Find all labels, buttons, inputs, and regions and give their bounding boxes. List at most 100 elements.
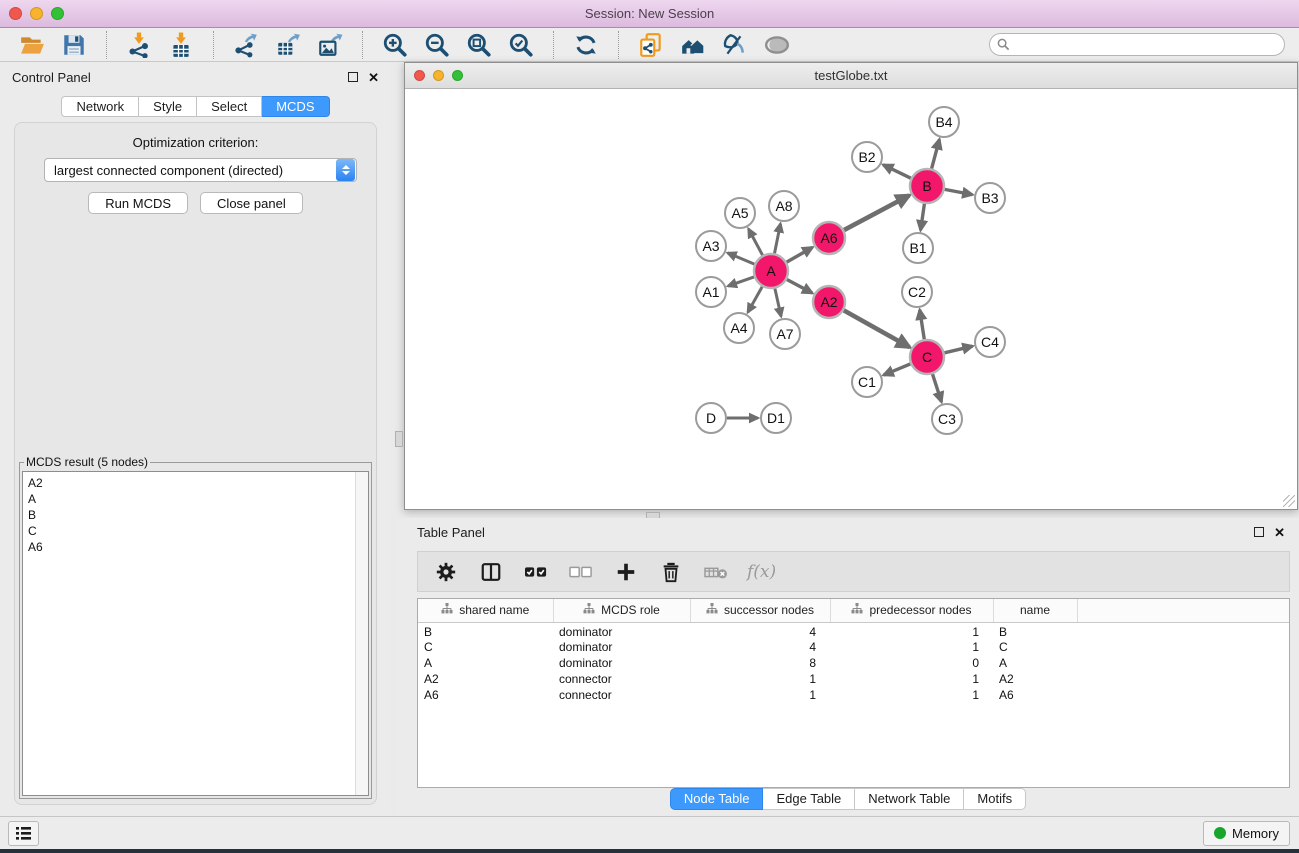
open-folder-icon[interactable] bbox=[18, 31, 46, 59]
graph-edge-A-A2[interactable] bbox=[787, 279, 812, 293]
graph-node-A4[interactable]: A4 bbox=[724, 313, 754, 343]
table-cell[interactable]: 1 bbox=[830, 687, 993, 703]
table-cell[interactable]: A bbox=[418, 655, 553, 671]
table-cell[interactable]: B bbox=[418, 622, 553, 639]
table-cell[interactable]: dominator bbox=[553, 655, 690, 671]
tab-node-table[interactable]: Node Table bbox=[670, 788, 764, 810]
tab-network-table[interactable]: Network Table bbox=[855, 788, 964, 810]
run-mcds-button[interactable]: Run MCDS bbox=[88, 192, 188, 214]
table-row[interactable]: Adominator80A bbox=[418, 655, 1289, 671]
delete-table-icon[interactable] bbox=[702, 558, 730, 586]
table-cell[interactable]: connector bbox=[553, 687, 690, 703]
export-network-icon[interactable] bbox=[232, 31, 260, 59]
import-table-icon[interactable] bbox=[167, 31, 195, 59]
save-session-icon[interactable] bbox=[60, 31, 88, 59]
table-cell[interactable]: A2 bbox=[993, 671, 1077, 687]
table-cell[interactable]: 1 bbox=[830, 671, 993, 687]
graph-edge-B-B4[interactable] bbox=[932, 139, 940, 168]
graph-node-D1[interactable]: D1 bbox=[761, 403, 791, 433]
table-row[interactable]: A2connector11A2 bbox=[418, 671, 1289, 687]
graph-node-C2[interactable]: C2 bbox=[902, 277, 932, 307]
graph-node-A8[interactable]: A8 bbox=[769, 191, 799, 221]
graph-node-D[interactable]: D bbox=[696, 403, 726, 433]
home-layout-icon[interactable] bbox=[679, 31, 707, 59]
network-minimize-button[interactable] bbox=[433, 70, 444, 81]
table-cell[interactable]: A6 bbox=[993, 687, 1077, 703]
graph-edge-A-A7[interactable] bbox=[775, 289, 781, 317]
graph-node-C4[interactable]: C4 bbox=[975, 327, 1005, 357]
graph-edge-A-A4[interactable] bbox=[748, 287, 762, 313]
graph-node-B4[interactable]: B4 bbox=[929, 107, 959, 137]
graph-node-A1[interactable]: A1 bbox=[696, 277, 726, 307]
export-image-icon[interactable] bbox=[316, 31, 344, 59]
function-builder-icon[interactable]: f(x) bbox=[747, 562, 776, 582]
close-panel-icon[interactable]: ✕ bbox=[368, 72, 379, 83]
tab-style[interactable]: Style bbox=[139, 96, 197, 117]
graph-edge-A-A1[interactable] bbox=[728, 277, 754, 286]
select-all-checkboxes-icon[interactable] bbox=[522, 558, 550, 586]
search-input[interactable] bbox=[989, 33, 1285, 56]
graph-edge-A2-C[interactable] bbox=[844, 310, 910, 347]
maximize-window-button[interactable] bbox=[51, 7, 64, 20]
table-cell[interactable]: 1 bbox=[690, 687, 830, 703]
graph-edge-A-A6[interactable] bbox=[787, 247, 813, 262]
graph-node-B3[interactable]: B3 bbox=[975, 183, 1005, 213]
close-table-panel-icon[interactable]: ✕ bbox=[1274, 527, 1285, 538]
table-cell[interactable]: 0 bbox=[830, 655, 993, 671]
graph-node-B[interactable]: B bbox=[910, 169, 944, 203]
table-cell[interactable]: A2 bbox=[418, 671, 553, 687]
float-table-panel-icon[interactable] bbox=[1254, 527, 1264, 537]
graph-node-C[interactable]: C bbox=[910, 340, 944, 374]
visual-style-icon[interactable] bbox=[721, 31, 749, 59]
refresh-view-icon[interactable] bbox=[572, 31, 600, 59]
tab-motifs[interactable]: Motifs bbox=[964, 788, 1026, 810]
deselect-all-checkboxes-icon[interactable] bbox=[567, 558, 595, 586]
optimization-criterion-dropdown[interactable]: largest connected component (directed) bbox=[44, 158, 357, 182]
column-header-predecessor-nodes[interactable]: predecessor nodes bbox=[830, 599, 993, 622]
zoom-fit-icon[interactable] bbox=[465, 31, 493, 59]
table-settings-icon[interactable] bbox=[432, 558, 460, 586]
float-panel-icon[interactable] bbox=[348, 72, 358, 82]
add-column-icon[interactable] bbox=[612, 558, 640, 586]
table-cell[interactable]: dominator bbox=[553, 622, 690, 639]
column-header-MCDS-role[interactable]: MCDS role bbox=[553, 599, 690, 622]
graph-node-A2[interactable]: A2 bbox=[813, 286, 845, 318]
graph-node-A7[interactable]: A7 bbox=[770, 319, 800, 349]
table-row[interactable]: Cdominator41C bbox=[418, 639, 1289, 655]
table-cell[interactable]: connector bbox=[553, 671, 690, 687]
resize-grip-icon[interactable] bbox=[1283, 495, 1295, 507]
table-row[interactable]: A6connector11A6 bbox=[418, 687, 1289, 703]
network-close-button[interactable] bbox=[414, 70, 425, 81]
table-row[interactable]: Bdominator41B bbox=[418, 622, 1289, 639]
show-columns-icon[interactable] bbox=[477, 558, 505, 586]
graph-node-C3[interactable]: C3 bbox=[932, 404, 962, 434]
mcds-result-item[interactable]: B bbox=[23, 507, 368, 523]
tab-select[interactable]: Select bbox=[197, 96, 262, 117]
zoom-selected-icon[interactable] bbox=[507, 31, 535, 59]
graph-edge-A6-B[interactable] bbox=[844, 195, 909, 230]
close-panel-button[interactable]: Close panel bbox=[200, 192, 303, 214]
table-cell[interactable]: A6 bbox=[418, 687, 553, 703]
graph-edge-B-B3[interactable] bbox=[945, 189, 973, 194]
tab-network[interactable]: Network bbox=[61, 96, 139, 117]
graph-edge-B-B2[interactable] bbox=[883, 165, 911, 178]
mcds-result-item[interactable]: A2 bbox=[23, 475, 368, 491]
zoom-out-icon[interactable] bbox=[423, 31, 451, 59]
mcds-result-item[interactable]: A6 bbox=[23, 539, 368, 555]
graph-edge-A-A8[interactable] bbox=[775, 224, 781, 254]
graph-edge-C-C2[interactable] bbox=[920, 310, 925, 339]
graph-edge-B-B1[interactable] bbox=[921, 204, 925, 230]
table-cell[interactable]: A bbox=[993, 655, 1077, 671]
table-cell[interactable]: C bbox=[993, 639, 1077, 655]
graph-edge-C-C4[interactable] bbox=[945, 346, 973, 353]
table-cell[interactable]: 1 bbox=[830, 622, 993, 639]
column-header-successor-nodes[interactable]: successor nodes bbox=[690, 599, 830, 622]
close-window-button[interactable] bbox=[9, 7, 22, 20]
table-cell[interactable]: 1 bbox=[690, 671, 830, 687]
mcds-result-item[interactable]: C bbox=[23, 523, 368, 539]
tab-edge-table[interactable]: Edge Table bbox=[763, 788, 855, 810]
table-cell[interactable]: C bbox=[418, 639, 553, 655]
task-history-button[interactable] bbox=[8, 821, 39, 846]
graph-edge-C-C3[interactable] bbox=[933, 374, 942, 402]
network-maximize-button[interactable] bbox=[452, 70, 463, 81]
